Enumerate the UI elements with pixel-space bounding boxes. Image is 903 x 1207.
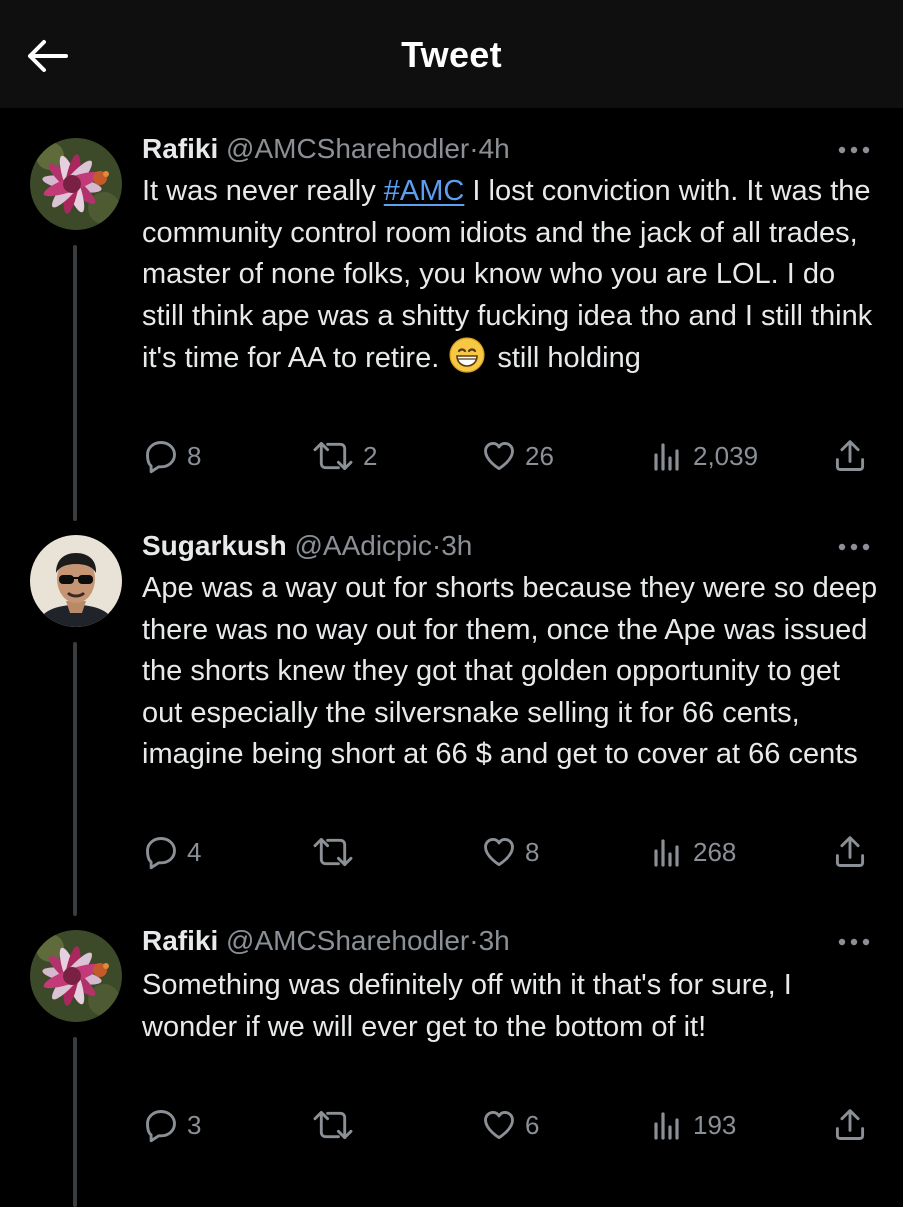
tweet-text-part: It was never really — [142, 175, 384, 207]
retweet-button[interactable] — [311, 832, 363, 872]
share-icon — [832, 834, 868, 870]
reply-button[interactable]: 4 — [143, 832, 201, 872]
share-button[interactable] — [832, 1105, 868, 1145]
timestamp[interactable]: 3h — [441, 530, 472, 561]
tweet-text-part: still holding — [489, 342, 641, 374]
retweet-icon — [311, 834, 355, 870]
tweet-text: It was never really #AMC I lost convicti… — [142, 171, 882, 380]
views-icon — [651, 835, 685, 869]
timestamp[interactable]: 4h — [479, 133, 510, 164]
view-count: 193 — [693, 1109, 737, 1140]
tweet-text: Ape was a way out for shorts because the… — [142, 572, 878, 770]
share-button[interactable] — [832, 436, 868, 476]
display-name[interactable]: Rafiki — [142, 925, 218, 956]
views-button[interactable]: 268 — [651, 832, 736, 872]
reply-button[interactable]: 3 — [143, 1105, 201, 1145]
timestamp[interactable]: 3h — [479, 925, 510, 956]
action-bar: 8 2 26 2,039 — [0, 436, 903, 476]
tweet-header: Sugarkush @AAdicpic·3h — [142, 529, 472, 563]
more-options-button[interactable] — [834, 537, 874, 557]
tweet-text: Something was definitely off with it tha… — [142, 969, 792, 1043]
retweet-icon — [311, 1107, 355, 1143]
reply-icon — [143, 438, 179, 474]
retweet-button[interactable]: 2 — [311, 436, 377, 476]
thread-line — [73, 245, 77, 521]
views-button[interactable]: 2,039 — [651, 436, 758, 476]
avatar[interactable] — [30, 138, 122, 230]
share-icon — [832, 1107, 868, 1143]
heart-icon — [481, 438, 517, 474]
action-bar: 3 6 193 — [0, 1105, 903, 1145]
more-icon — [834, 140, 874, 160]
avatar[interactable] — [30, 535, 122, 627]
views-icon — [651, 1108, 685, 1142]
reply-icon — [143, 1107, 179, 1143]
like-button[interactable]: 6 — [481, 1105, 539, 1145]
reply-count: 4 — [187, 836, 202, 867]
tweet[interactable]: Rafiki @AMCSharehodler·4h It was never r… — [0, 130, 903, 521]
more-icon — [834, 932, 874, 952]
reply-count: 8 — [187, 440, 202, 471]
views-button[interactable]: 193 — [651, 1105, 736, 1145]
more-icon — [834, 537, 874, 557]
reply-icon — [143, 834, 179, 870]
tweet-header: Rafiki @AMCSharehodler·3h — [142, 924, 510, 958]
separator-dot: · — [469, 133, 479, 164]
retweet-count: 2 — [363, 440, 378, 471]
avatar[interactable] — [30, 930, 122, 1022]
retweet-icon — [311, 438, 355, 474]
separator-dot: · — [469, 925, 479, 956]
tweet[interactable]: Sugarkush @AAdicpic·3h Ape was a way out… — [0, 527, 903, 916]
like-button[interactable]: 8 — [481, 832, 539, 872]
tweet-header: Rafiki @AMCSharehodler·4h — [142, 132, 510, 166]
views-icon — [651, 439, 685, 473]
action-bar: 4 8 268 — [0, 832, 903, 872]
user-handle[interactable]: @AMCSharehodler — [226, 133, 469, 164]
user-handle[interactable]: @AAdicpic — [294, 530, 431, 561]
heart-icon — [481, 1107, 517, 1143]
thread-line — [73, 642, 77, 916]
like-count: 6 — [525, 1109, 540, 1140]
tweet[interactable]: Rafiki @AMCSharehodler·3h Something was … — [0, 922, 903, 1207]
share-button[interactable] — [832, 832, 868, 872]
share-icon — [832, 438, 868, 474]
like-count: 26 — [525, 440, 554, 471]
page-title: Tweet — [401, 34, 502, 75]
user-handle[interactable]: @AMCSharehodler — [226, 925, 469, 956]
heart-icon — [481, 834, 517, 870]
like-button[interactable]: 26 — [481, 436, 554, 476]
more-options-button[interactable] — [834, 932, 874, 952]
more-options-button[interactable] — [834, 140, 874, 160]
reply-button[interactable]: 8 — [143, 436, 201, 476]
hashtag-link[interactable]: #AMC — [384, 175, 465, 207]
view-count: 2,039 — [693, 440, 759, 471]
retweet-button[interactable] — [311, 1105, 363, 1145]
display-name[interactable]: Rafiki — [142, 133, 218, 164]
display-name[interactable]: Sugarkush — [142, 530, 287, 561]
top-bar: Tweet — [0, 0, 903, 108]
grinning-face-emoji — [449, 337, 485, 373]
reply-count: 3 — [187, 1109, 202, 1140]
like-count: 8 — [525, 836, 540, 867]
view-count: 268 — [693, 836, 737, 867]
separator-dot: · — [431, 530, 442, 561]
